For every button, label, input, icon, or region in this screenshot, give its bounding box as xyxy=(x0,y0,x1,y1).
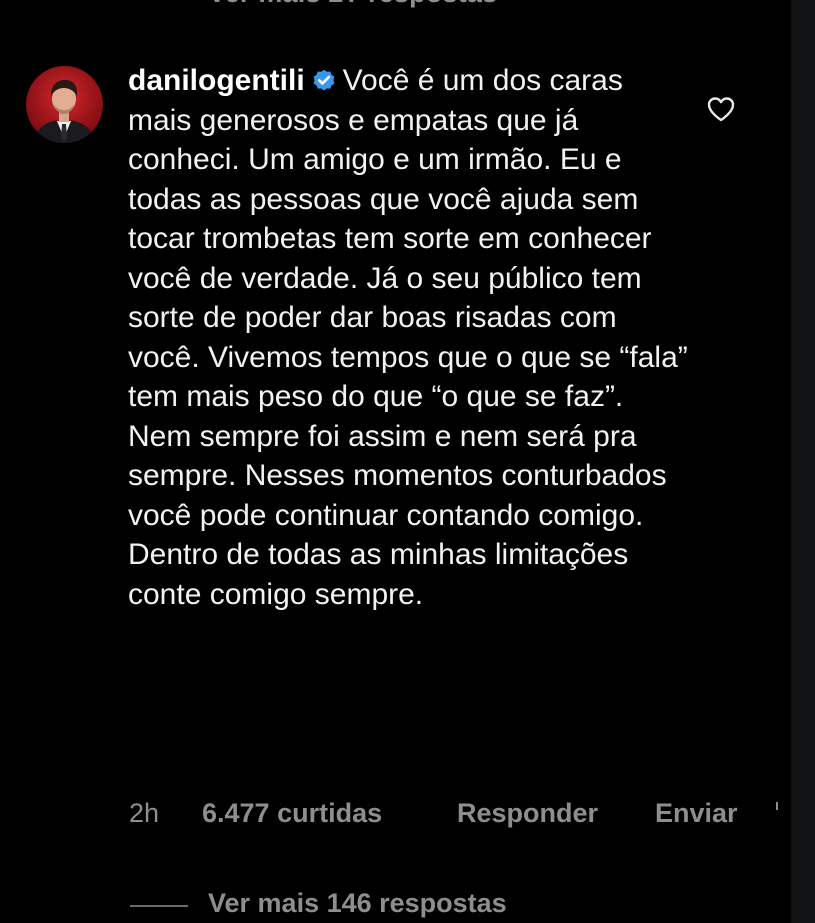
avatar[interactable] xyxy=(26,66,103,143)
comment-text: Você é um dos caras mais generosos e emp… xyxy=(128,64,688,611)
reply-button[interactable]: Responder xyxy=(457,798,598,829)
verified-badge-icon xyxy=(313,69,335,91)
replies-divider-line xyxy=(130,905,188,907)
heart-outline-icon[interactable] xyxy=(706,95,736,123)
send-button[interactable]: Enviar xyxy=(655,798,738,829)
more-options-edge[interactable] xyxy=(776,802,778,810)
view-more-replies-link[interactable]: Ver mais 146 respostas xyxy=(208,888,507,919)
previous-replies-link[interactable]: Ver mais 2? respostas xyxy=(208,0,497,9)
comment-username[interactable]: danilogentili xyxy=(128,64,305,97)
comment-body: danilogentili Você é um dos caras mais g… xyxy=(128,61,688,614)
comment-meta-row: 2h 6.477 curtidas Responder Enviar xyxy=(0,798,815,838)
likes-count-link[interactable]: 6.477 curtidas xyxy=(202,798,382,829)
comment-time: 2h xyxy=(129,798,160,828)
scroll-edge-strip xyxy=(791,0,815,923)
